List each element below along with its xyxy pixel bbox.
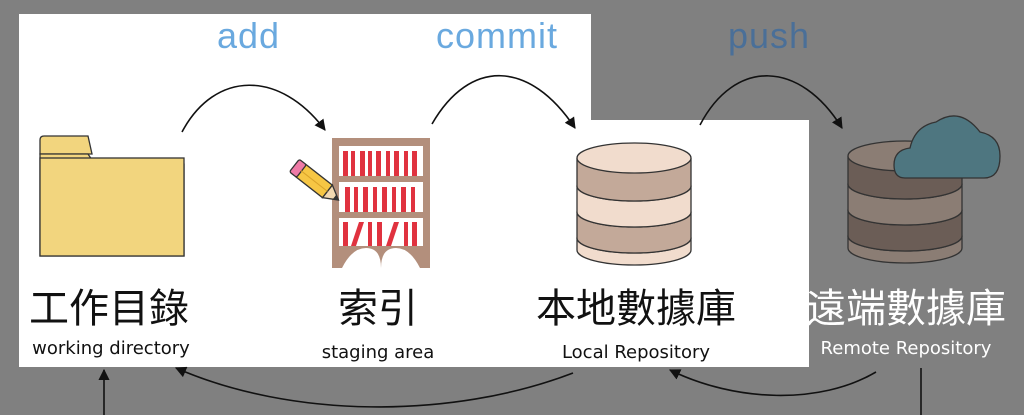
bookshelf-icon (332, 138, 430, 268)
remote-repository-title: 遠端數據庫 (806, 286, 1006, 332)
commit-label: commit (436, 15, 558, 56)
working-directory-title: 工作目錄 (29, 286, 189, 332)
folder-icon (39, 135, 185, 257)
pull-return-arrow (668, 369, 877, 397)
cloud-icon (893, 115, 1001, 179)
staging-area-subtitle: staging area (321, 342, 435, 363)
commit-arrow (431, 75, 576, 129)
add-label: add (217, 15, 281, 56)
staging-area-title: 索引 (338, 286, 418, 332)
working-directory-subtitle: working directory (32, 338, 190, 359)
checkout-return-arrow (174, 366, 574, 408)
remote-repository-subtitle: Remote Repository (820, 338, 992, 359)
local-repository-subtitle: Local Repository (561, 342, 711, 363)
database-icon (576, 142, 692, 266)
push-arrow (699, 75, 843, 129)
add-arrow (181, 84, 326, 133)
local-repository-title: 本地數據庫 (536, 286, 736, 332)
cloud-database-icon (847, 115, 1001, 264)
git-workflow-diagram: add commit push 工作目錄 working directory 索… (0, 0, 1024, 415)
push-label: push (728, 15, 811, 56)
